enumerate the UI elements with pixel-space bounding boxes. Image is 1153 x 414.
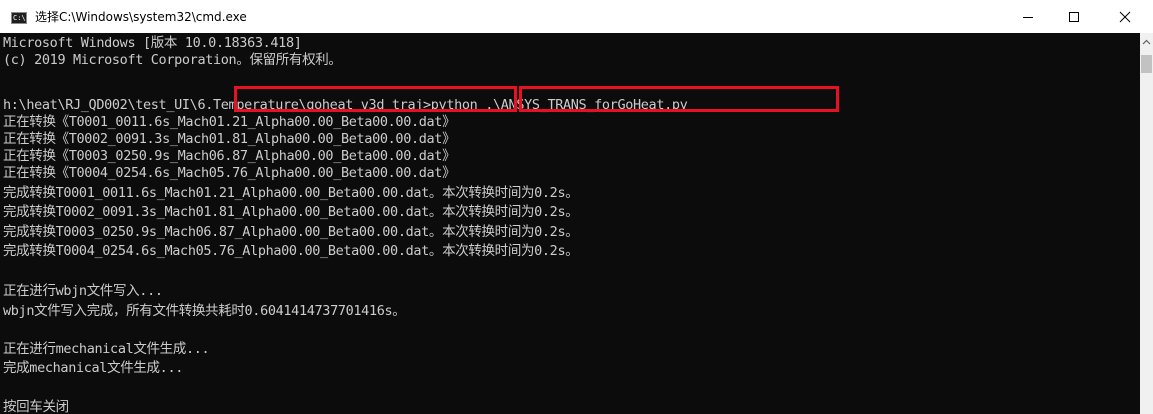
highlight-box-directory: [234, 86, 517, 112]
console-line: 完成转换T0001_0011.6s_Mach01.21_Alpha00.00_B…: [3, 185, 579, 201]
maximize-icon: [1069, 11, 1079, 22]
console-line: (c) 2019 Microsoft Corporation。保留所有权利。: [3, 52, 342, 68]
vertical-scrollbar[interactable]: [1140, 33, 1153, 414]
console-line: 正在转换《T0002_0091.3s_Mach01.81_Alpha00.00_…: [3, 131, 456, 147]
console-line: 正在进行mechanical文件生成...: [3, 341, 210, 357]
console-line: Microsoft Windows [版本 10.0.18363.418]: [3, 35, 302, 51]
title-bar[interactable]: C:\ 选择C:\Windows\system32\cmd.exe: [0, 0, 1153, 33]
console-line: wbjn文件写入完成，所有文件转换共耗时0.6041414737701416s。: [3, 303, 406, 319]
close-button[interactable]: [1097, 0, 1153, 33]
console-line: 完成mechanical文件生成...: [3, 360, 184, 376]
console-line: 正在进行wbjn文件写入...: [3, 283, 163, 299]
console-line: 正在转换《T0001_0011.6s_Mach01.21_Alpha00.00_…: [3, 114, 456, 130]
console-line: 正在转换《T0003_0250.9s_Mach06.87_Alpha00.00_…: [3, 148, 456, 164]
console-line: 完成转换T0003_0250.9s_Mach06.87_Alpha00.00_B…: [3, 224, 579, 240]
cmd-app-icon[interactable]: C:\: [11, 12, 27, 24]
minimize-icon: [1023, 16, 1033, 18]
console-line: 按回车关闭: [3, 399, 69, 414]
window-title: 选择C:\Windows\system32\cmd.exe: [35, 10, 247, 24]
console-output[interactable]: Microsoft Windows [版本 10.0.18363.418] (c…: [0, 33, 1140, 414]
close-icon: [1119, 11, 1131, 22]
chevron-up-icon: [1142, 39, 1151, 45]
maximize-button[interactable]: [1051, 0, 1097, 33]
cmd-icon-text: C:\: [13, 14, 26, 22]
console-line: 完成转换T0004_0254.6s_Mach05.76_Alpha00.00_B…: [3, 243, 579, 259]
highlight-box-command: [519, 86, 839, 112]
console-line: 正在转换《T0004_0254.6s_Mach05.76_Alpha00.00_…: [3, 165, 456, 181]
scroll-up-button[interactable]: [1140, 37, 1153, 47]
console-line: 完成转换T0002_0091.3s_Mach01.81_Alpha00.00_B…: [3, 204, 579, 220]
scroll-thumb[interactable]: [1141, 55, 1152, 73]
minimize-button[interactable]: [1005, 0, 1051, 33]
